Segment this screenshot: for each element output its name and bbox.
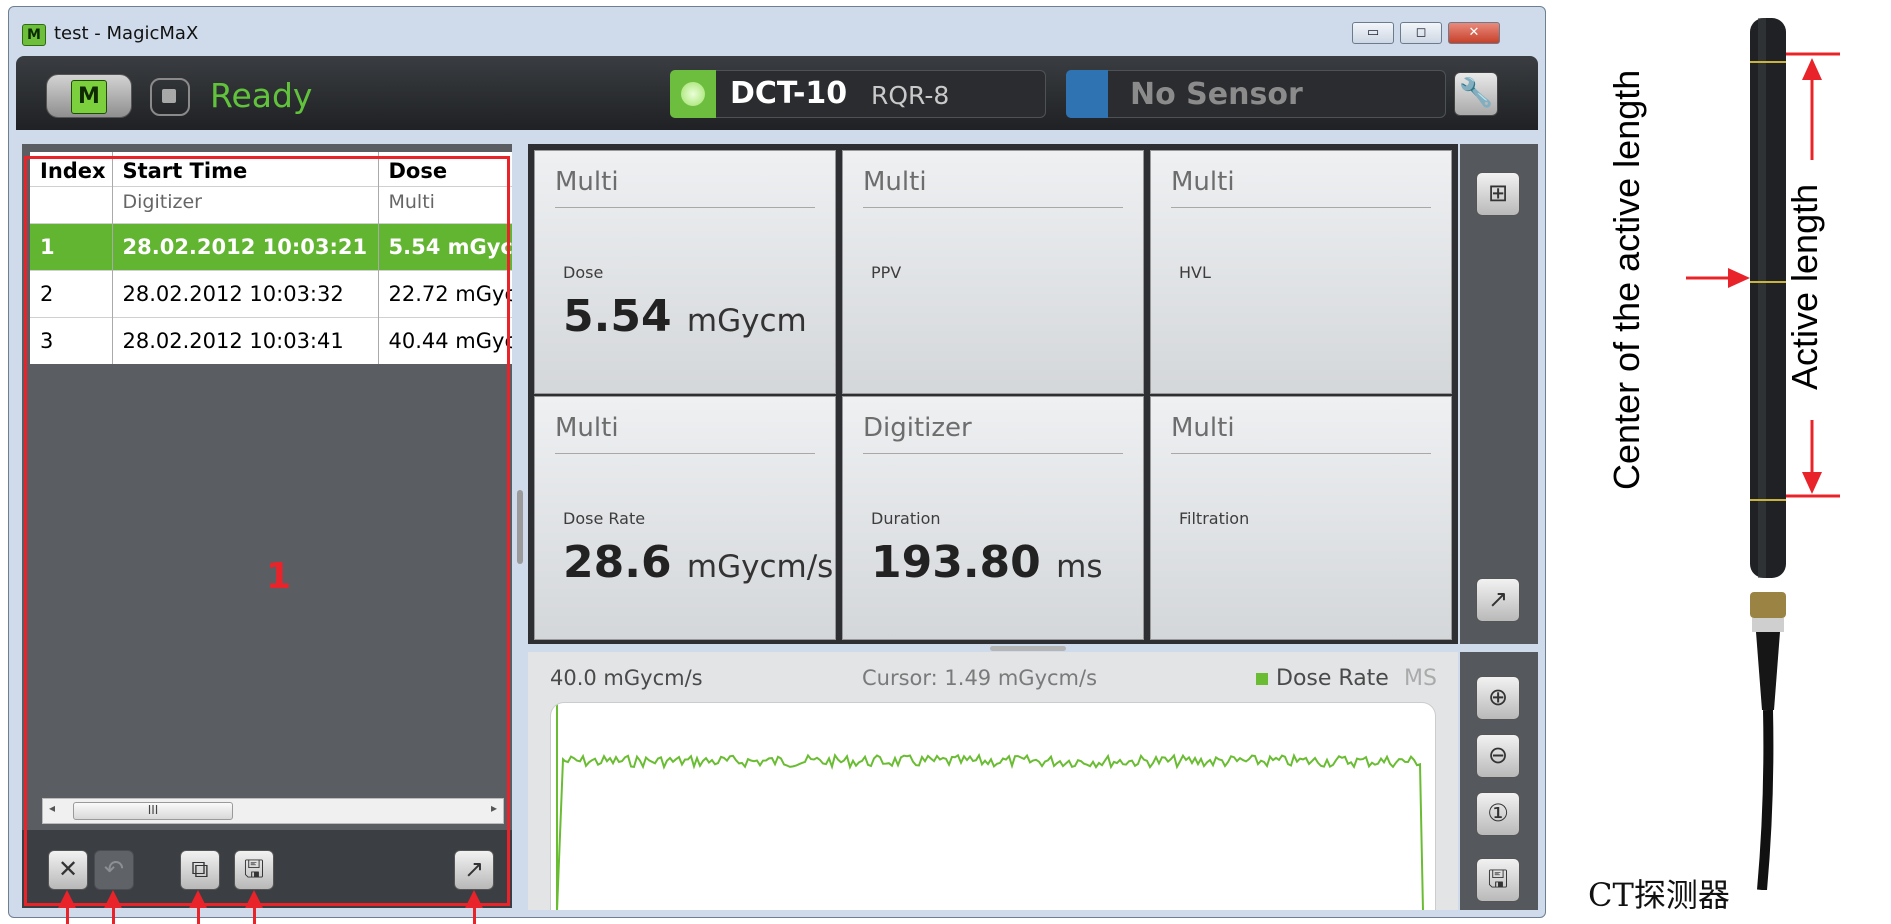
tile-source: Multi — [555, 413, 619, 443]
expand-arrow-icon: ↗ — [1487, 585, 1509, 613]
led-icon — [681, 82, 705, 106]
tiles-sidebar — [1460, 144, 1538, 644]
tile-quantity: PPV — [871, 263, 902, 282]
save-chart-button[interactable]: 🖫 — [1476, 858, 1520, 902]
annotation-arrowhead — [58, 890, 76, 908]
sensor-status-text: No Sensor — [1130, 77, 1303, 112]
annotation-arrowhead — [245, 890, 263, 908]
zoom-reset-button[interactable]: ① — [1476, 792, 1520, 836]
legend-swatch — [1256, 673, 1268, 685]
annotation-arrowhead — [189, 890, 207, 908]
magicmax-app-icon: M — [22, 24, 46, 46]
value-tile-duration[interactable]: Digitizer Duration 193.80 ms — [842, 396, 1144, 640]
dose-rate-trace — [556, 752, 1424, 910]
tile-quantity: HVL — [1179, 263, 1211, 282]
legend-dose-rate[interactable]: Dose Rate — [1276, 666, 1389, 691]
tile-source: Digitizer — [863, 413, 972, 443]
legend-unit-suffix: MS — [1404, 666, 1437, 691]
probe-body — [1750, 18, 1786, 578]
tile-quantity: Duration — [871, 509, 941, 528]
annotation-box — [24, 156, 510, 906]
status-text: Ready — [210, 76, 313, 115]
probe-strain-relief — [1756, 632, 1780, 710]
value-tile-dose[interactable]: Multi Dose 5.54 mGycm — [534, 150, 836, 394]
probe-connector-brass — [1750, 592, 1786, 618]
probe-cable — [1757, 709, 1774, 890]
tile-quantity: Dose — [563, 263, 604, 282]
sensor-status-led — [1066, 70, 1108, 118]
tile-quantity: Filtration — [1179, 509, 1250, 528]
value-tile-dose-rate[interactable]: Multi Dose Rate 28.6 mGycm/s — [534, 396, 836, 640]
detector-selector[interactable] — [670, 70, 1046, 118]
wrench-icon: 🔧 — [1458, 76, 1494, 109]
expand-tiles-button[interactable]: ↗ — [1476, 578, 1520, 622]
tile-source: Multi — [863, 167, 927, 197]
magicmax-menu-button[interactable]: M — [46, 74, 132, 118]
settings-wrench-button[interactable]: 🔧 — [1454, 72, 1498, 116]
zoom-out-button[interactable]: ⊖ — [1476, 734, 1520, 778]
value-tile-filtration[interactable]: Multi Filtration — [1150, 396, 1452, 640]
tile-value: 193.80 ms — [871, 537, 1103, 588]
waveform-max-label: 40.0 mGycm/s — [550, 666, 703, 690]
tile-value: 28.6 mGycm/s — [563, 537, 834, 588]
vertical-splitter-handle[interactable] — [517, 490, 523, 564]
value-tile-ppv[interactable]: Multi PPV — [842, 150, 1144, 394]
floppy-disk-icon: 🖫 — [1487, 865, 1509, 893]
minimize-button[interactable]: ▭ — [1352, 22, 1394, 44]
tile-value: 5.54 mGycm — [563, 291, 807, 342]
values-grid: Multi Dose 5.54 mGycm Multi PPV Multi HV… — [528, 144, 1458, 644]
close-button[interactable]: ✕ — [1448, 22, 1500, 44]
stop-button[interactable] — [150, 78, 190, 116]
probe-caption: CT探测器 — [1588, 876, 1730, 914]
active-length-top-arrowhead — [1802, 58, 1822, 80]
detector-quality: RQR-8 — [871, 81, 950, 110]
window-title: test - MagicMaX — [54, 23, 199, 44]
tile-quantity: Dose Rate — [563, 509, 646, 528]
grid-layout-button[interactable]: ⊞ — [1476, 172, 1520, 216]
zoom-reset-icon: ① — [1487, 799, 1509, 827]
center-arrowhead — [1728, 268, 1750, 288]
waveform-cursor-label: Cursor: 1.49 mGycm/s — [862, 666, 1098, 690]
tile-source: Multi — [1171, 167, 1235, 197]
horizontal-splitter-handle[interactable] — [990, 646, 1066, 651]
zoom-in-icon: ⊕ — [1487, 683, 1509, 711]
detector-status-led — [670, 70, 716, 118]
detector-name: DCT-10 — [730, 76, 848, 111]
probe-active-length-label: Active length — [1784, 183, 1825, 390]
tile-source: Multi — [555, 167, 619, 197]
annotation-arrowhead — [104, 890, 122, 908]
zoom-in-button[interactable]: ⊕ — [1476, 676, 1520, 720]
annotation-number: 1 — [266, 556, 292, 597]
probe-center-label: Center of the active length — [1606, 69, 1647, 490]
m-logo-icon: M — [71, 80, 107, 114]
probe-connector-ring — [1752, 618, 1784, 632]
active-length-bottom-arrowhead — [1802, 472, 1822, 494]
grid-icon: ⊞ — [1487, 179, 1509, 207]
annotation-arrowhead — [465, 890, 483, 908]
zoom-out-icon: ⊖ — [1487, 741, 1509, 769]
waveform-plot[interactable] — [550, 702, 1436, 910]
stop-icon — [162, 89, 176, 103]
tile-source: Multi — [1171, 413, 1235, 443]
restore-button[interactable]: ◻ — [1400, 22, 1442, 44]
value-tile-hvl[interactable]: Multi HVL — [1150, 150, 1452, 394]
waveform-svg — [556, 703, 1424, 910]
